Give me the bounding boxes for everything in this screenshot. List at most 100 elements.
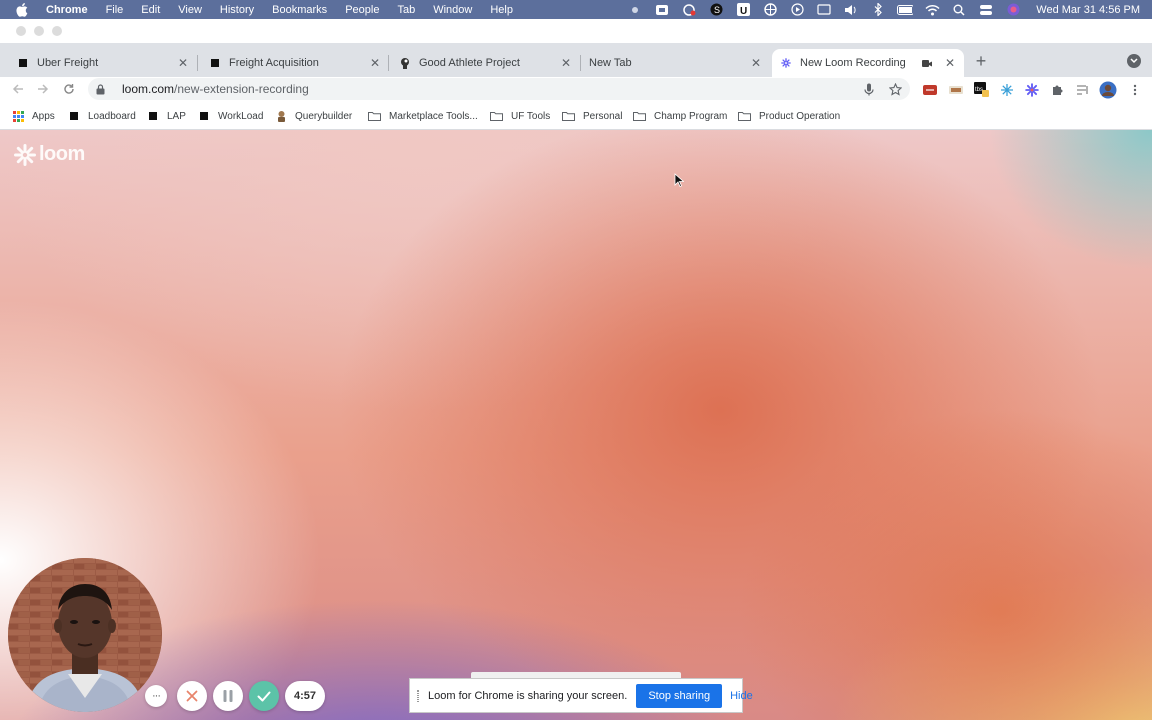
camera-bubble[interactable] <box>8 558 162 712</box>
snowflake-extension-icon[interactable] <box>999 82 1014 97</box>
zoom-window-button[interactable] <box>52 26 62 36</box>
recording-timer: 4:57 <box>285 681 325 711</box>
folder-icon <box>489 110 503 122</box>
battery-icon[interactable] <box>897 3 914 16</box>
menu-window[interactable]: Window <box>433 4 472 16</box>
bookmark-label: Querybuilder <box>295 110 353 122</box>
reading-list-icon[interactable] <box>1075 82 1090 97</box>
menu-file[interactable]: File <box>106 4 124 16</box>
kebab-menu-icon[interactable] <box>1127 82 1142 97</box>
wifi-icon[interactable] <box>924 3 940 16</box>
tab-search-chevron-icon[interactable] <box>1127 54 1141 68</box>
browser-toolbar: loom.com/new-extension-recording tbs <box>0 77 1152 102</box>
tab-new-loom-recording[interactable]: New Loom Recording ✕ <box>772 49 964 77</box>
url-path: /new-extension-recording <box>174 82 309 96</box>
tab-new-tab[interactable]: New Tab ✕ <box>571 49 770 77</box>
minimize-window-button[interactable] <box>34 26 44 36</box>
video-camera-icon[interactable] <box>654 3 670 16</box>
tab-title: New Loom Recording <box>800 57 906 69</box>
tab-good-athlete-project[interactable]: Good Athlete Project ✕ <box>382 49 580 77</box>
loom-logo[interactable]: loom <box>13 143 85 166</box>
globe-icon[interactable] <box>762 3 778 16</box>
loom-extension-icon[interactable] <box>1024 82 1039 97</box>
cloud-sync-icon[interactable] <box>681 3 697 16</box>
tab-title: Good Athlete Project <box>419 57 520 69</box>
close-icon[interactable]: ✕ <box>748 55 764 71</box>
black-square-icon <box>210 58 220 68</box>
svg-text:tbs: tbs <box>975 87 983 93</box>
black-square-icon <box>198 110 210 122</box>
tab-freight-acquisition[interactable]: Freight Acquisition ✕ <box>192 49 389 77</box>
menu-edit[interactable]: Edit <box>141 4 160 16</box>
bookmark-star-icon[interactable] <box>888 82 902 96</box>
lock-icon[interactable] <box>96 83 108 95</box>
menu-help[interactable]: Help <box>490 4 513 16</box>
checkmark-icon <box>257 691 271 702</box>
screen-icon[interactable] <box>816 3 832 16</box>
menu-view[interactable]: View <box>178 4 202 16</box>
loom-status-icon[interactable] <box>627 3 643 16</box>
bookmark-workload[interactable]: WorkLoad <box>198 109 263 123</box>
menu-history[interactable]: History <box>220 4 254 16</box>
back-arrow-icon[interactable] <box>11 82 25 96</box>
bookmark-uf-tools[interactable]: UF Tools <box>489 109 550 123</box>
bookmark-label: Personal <box>583 110 623 122</box>
webcam-video-feed <box>8 558 162 712</box>
tab-uber-freight[interactable]: Uber Freight ✕ <box>0 49 197 77</box>
apple-icon[interactable] <box>16 2 30 17</box>
bookmark-product-operation[interactable]: Product Operation <box>737 109 840 123</box>
close-window-button[interactable] <box>16 26 26 36</box>
tbs-extension-icon[interactable]: tbs <box>974 82 989 97</box>
close-icon[interactable]: ✕ <box>367 55 383 71</box>
bookmark-label: Champ Program <box>654 110 728 122</box>
control-center-icon[interactable] <box>978 3 994 16</box>
bookmark-personal[interactable]: Personal <box>561 109 622 123</box>
svg-text:S: S <box>714 5 720 15</box>
menu-tab[interactable]: Tab <box>397 4 415 16</box>
menu-app-name[interactable]: Chrome <box>46 4 88 16</box>
bookmark-champ-program[interactable]: Champ Program <box>632 109 727 123</box>
more-options-button[interactable]: ··· <box>145 685 167 707</box>
bookmark-apps[interactable]: Apps <box>12 109 55 123</box>
bookmark-loadboard[interactable]: Loadboard <box>68 109 136 123</box>
querybuilder-icon <box>275 110 287 122</box>
menu-people[interactable]: People <box>345 4 379 16</box>
cancel-recording-button[interactable] <box>177 681 207 711</box>
finish-recording-button[interactable] <box>249 681 279 711</box>
u-app-icon[interactable]: U <box>735 3 751 16</box>
s-app-icon[interactable]: S <box>708 3 724 16</box>
address-bar[interactable]: loom.com/new-extension-recording <box>88 78 910 100</box>
pause-recording-button[interactable] <box>213 681 243 711</box>
bookmark-lap[interactable]: LAP <box>147 109 186 123</box>
extensions-puzzle-icon[interactable] <box>1050 82 1065 97</box>
siri-icon[interactable] <box>1005 3 1021 16</box>
drag-handle-icon[interactable] <box>417 689 419 702</box>
red-extension-icon[interactable] <box>922 82 937 97</box>
head-icon <box>400 58 410 69</box>
new-tab-plus-icon[interactable]: + <box>972 51 990 71</box>
menu-bookmarks[interactable]: Bookmarks <box>272 4 327 16</box>
black-square-icon <box>68 110 80 122</box>
spotlight-search-icon[interactable] <box>951 3 967 16</box>
ticket-extension-icon[interactable] <box>948 82 963 97</box>
close-icon[interactable]: ✕ <box>942 55 958 71</box>
url-text[interactable]: loom.com/new-extension-recording <box>122 82 309 96</box>
hide-button[interactable]: Hide <box>730 690 753 702</box>
profile-avatar-icon[interactable] <box>1099 81 1117 99</box>
black-square-icon <box>18 58 28 68</box>
play-icon[interactable] <box>789 3 805 16</box>
bluetooth-icon[interactable] <box>870 3 886 16</box>
microphone-icon[interactable] <box>862 82 876 96</box>
bookmark-label: Product Operation <box>759 110 841 122</box>
screen-sharing-bar: Loom for Chrome is sharing your screen. … <box>409 678 753 713</box>
reload-icon[interactable] <box>62 82 76 96</box>
mouse-pointer-icon <box>674 173 685 188</box>
forward-arrow-icon[interactable] <box>36 82 50 96</box>
bookmark-querybuilder[interactable]: Querybuilder <box>275 109 352 123</box>
close-icon[interactable]: ✕ <box>175 55 191 71</box>
stop-sharing-button[interactable]: Stop sharing <box>636 683 723 708</box>
menu-bar-clock[interactable]: Wed Mar 31 4:56 PM <box>1036 4 1140 16</box>
bookmark-label: UF Tools <box>511 110 551 122</box>
volume-icon[interactable] <box>843 3 859 16</box>
bookmark-marketplace-tools[interactable]: Marketplace Tools... <box>367 109 478 123</box>
